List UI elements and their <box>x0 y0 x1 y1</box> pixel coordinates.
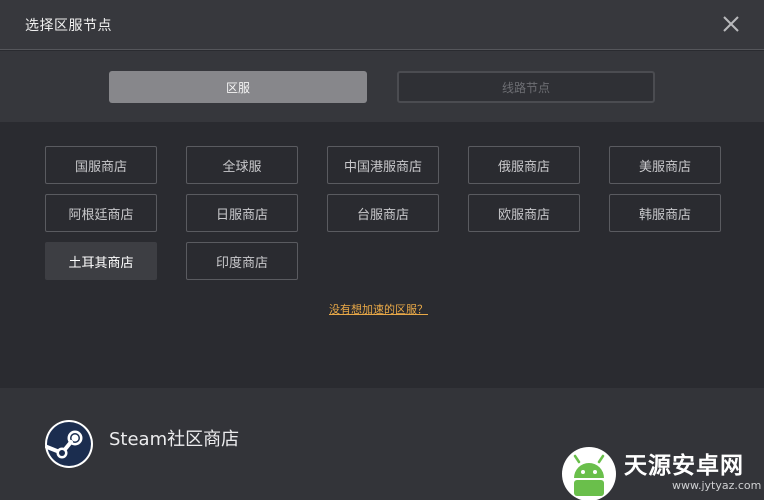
watermark-url: www.jytyaz.com <box>672 479 762 492</box>
store-button-ar[interactable]: 阿根廷商店 <box>45 194 157 232</box>
tab-route-node[interactable]: 线路节点 <box>397 71 655 103</box>
store-button-cn[interactable]: 国服商店 <box>45 146 157 184</box>
footer-panel: Steam社区商店 天源安卓网 www.jytyaz.com <box>0 388 764 500</box>
store-button-tr[interactable]: 土耳其商店 <box>45 242 157 280</box>
watermark: 天源安卓网 www.jytyaz.com <box>560 440 764 500</box>
store-button-kr[interactable]: 韩服商店 <box>609 194 721 232</box>
android-robot-icon <box>560 444 618 500</box>
store-button-jp[interactable]: 日服商店 <box>186 194 298 232</box>
dialog-titlebar: 选择区服节点 <box>0 0 764 50</box>
store-button-global[interactable]: 全球服 <box>186 146 298 184</box>
steam-icon <box>45 420 93 468</box>
tab-region[interactable]: 区服 <box>109 71 367 103</box>
dialog-title: 选择区服节点 <box>25 18 112 34</box>
watermark-name: 天源安卓网 <box>624 453 744 479</box>
store-button-in[interactable]: 印度商店 <box>186 242 298 280</box>
missing-region-link[interactable]: 没有想加速的区服？ <box>329 301 428 317</box>
store-button-ru[interactable]: 俄服商店 <box>468 146 580 184</box>
store-button-eu[interactable]: 欧服商店 <box>468 194 580 232</box>
store-button-hk[interactable]: 中国港服商店 <box>327 146 439 184</box>
steam-store-label: Steam社区商店 <box>109 429 240 450</box>
tab-bar: 区服 线路节点 <box>0 51 764 122</box>
store-button-us[interactable]: 美服商店 <box>609 146 721 184</box>
store-button-tw[interactable]: 台服商店 <box>327 194 439 232</box>
close-icon[interactable] <box>720 13 742 35</box>
store-grid: 国服商店 全球服 中国港服商店 俄服商店 美服商店 阿根廷商店 日服商店 台服商… <box>0 122 764 388</box>
